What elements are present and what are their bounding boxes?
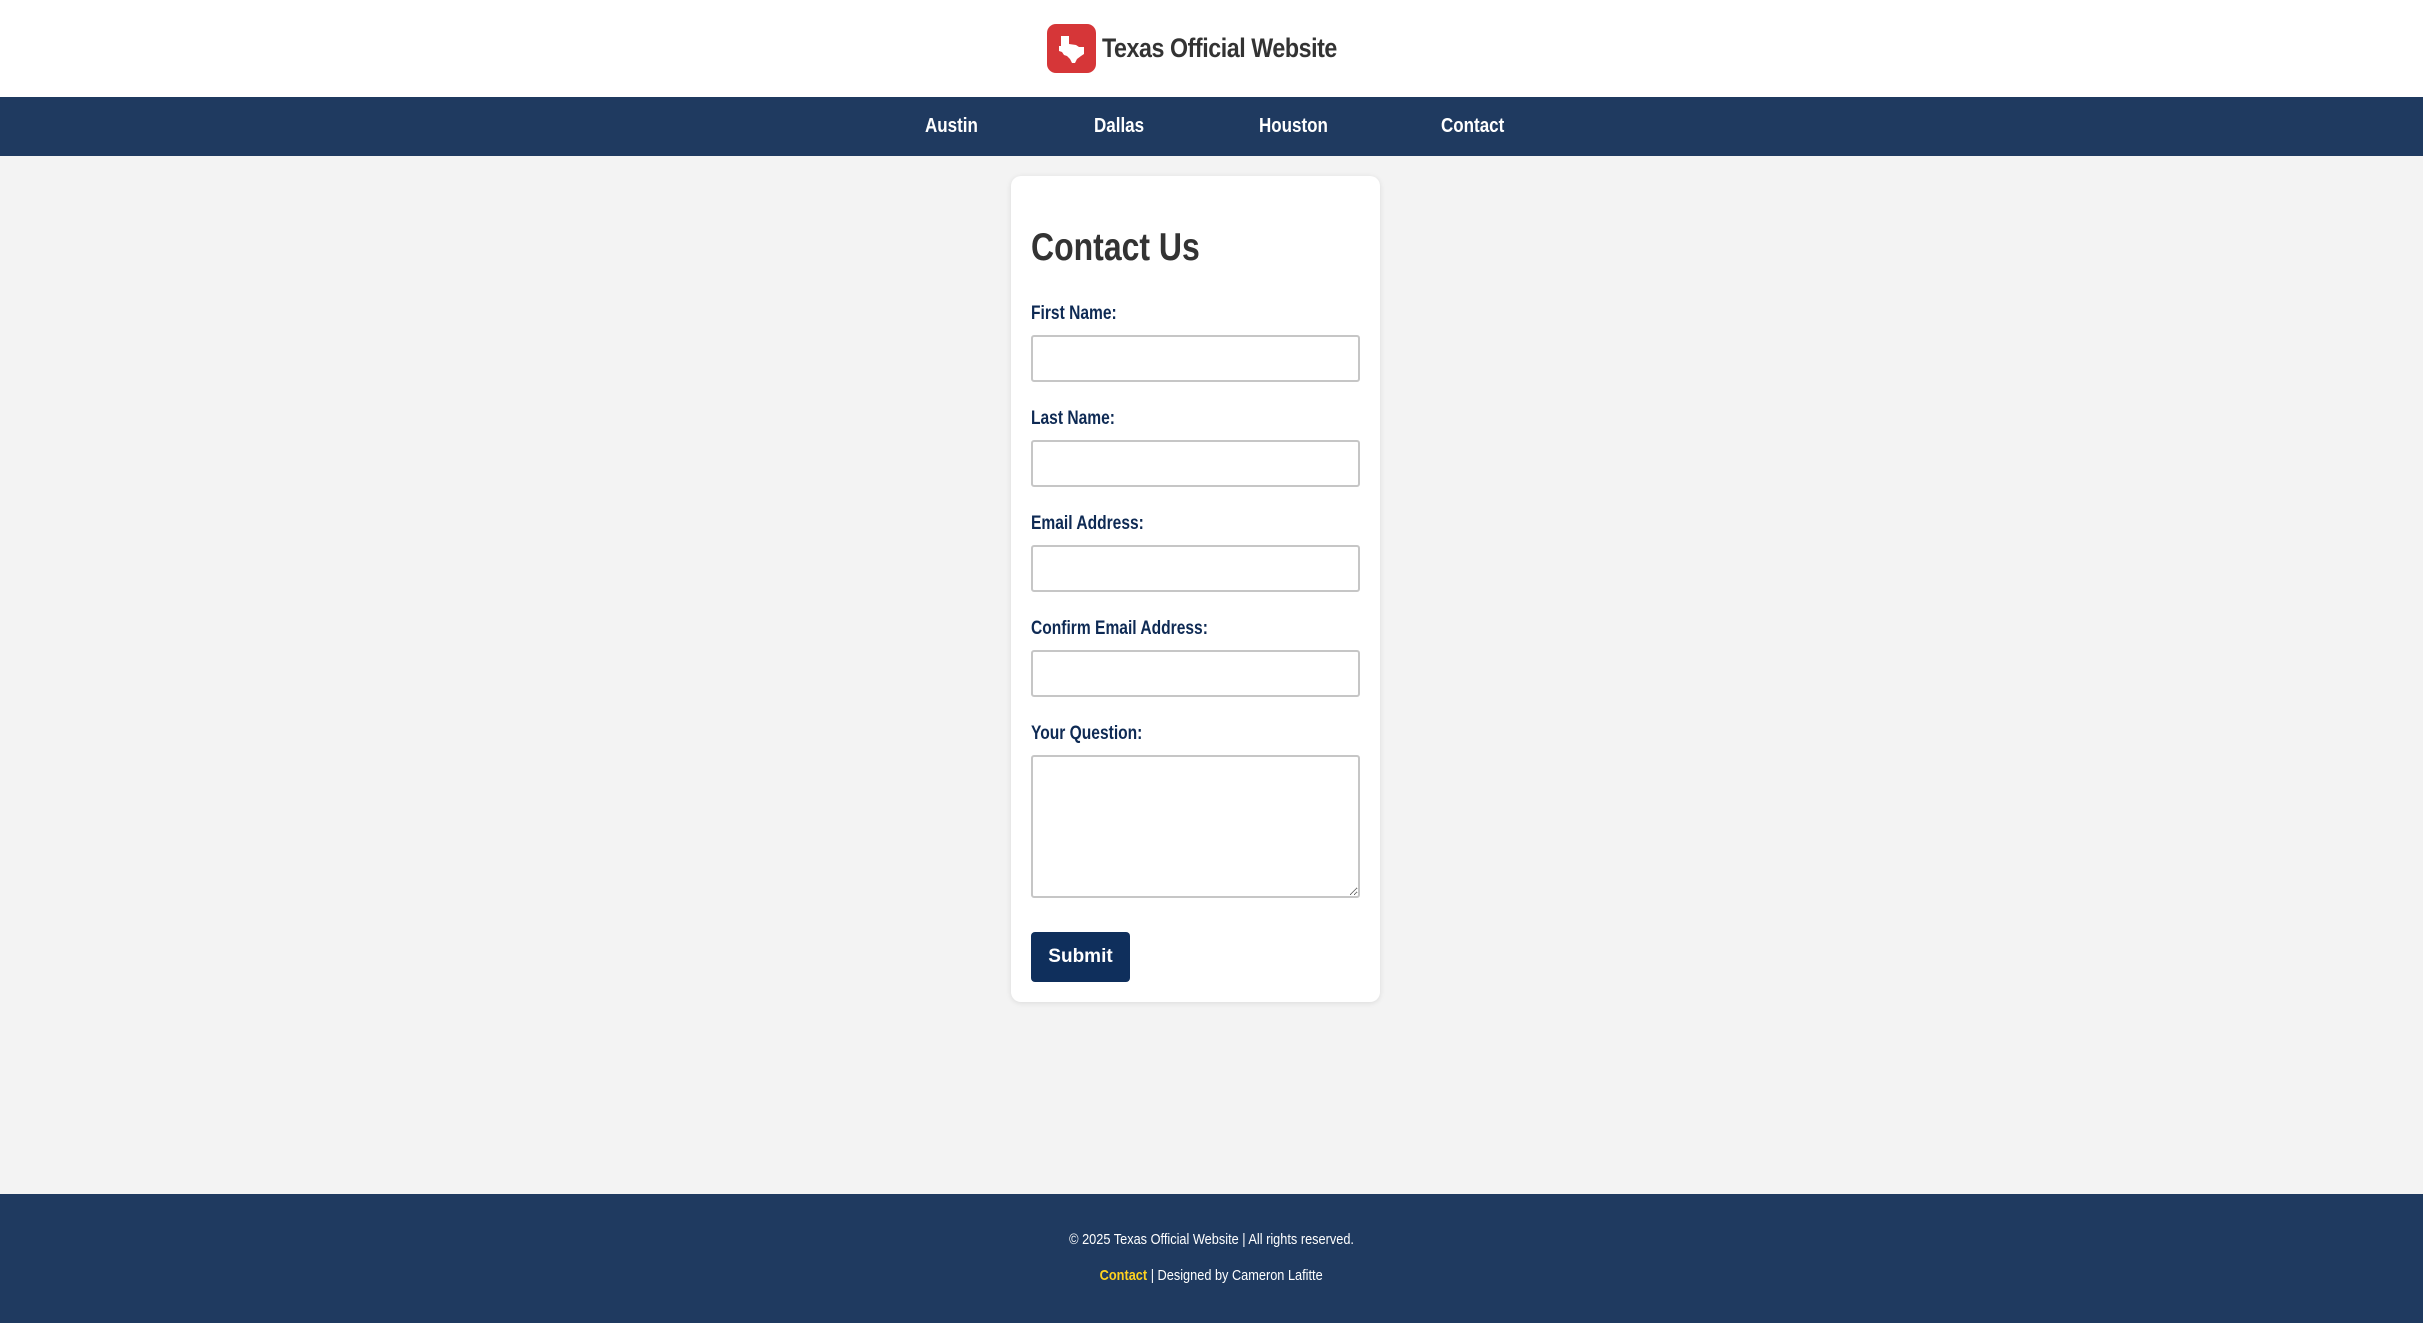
copyright-text: © 2025 Texas Official Website | All righ… (1069, 1231, 1354, 1248)
confirm-email-field[interactable] (1031, 650, 1360, 697)
footer-contact-link[interactable]: Contact (1100, 1267, 1147, 1284)
nav-item-austin[interactable]: Austin (925, 97, 978, 156)
last-name-label: Last Name: (1031, 408, 1115, 429)
contact-form-card: Contact Us First Name: Last Name: Email … (1011, 176, 1380, 1002)
nav-item-houston[interactable]: Houston (1259, 97, 1328, 156)
footer-credits-line: Contact | Designed by Cameron Lafitte (0, 1267, 2423, 1284)
first-name-field[interactable] (1031, 335, 1360, 382)
nav-item-contact[interactable]: Contact (1441, 97, 1504, 156)
site-title: Texas Official Website (1102, 33, 1338, 63)
email-field[interactable] (1031, 545, 1360, 592)
designed-by-text: | Designed by Cameron Lafitte (1151, 1267, 1323, 1284)
submit-button[interactable]: Submit (1031, 932, 1130, 982)
question-label: Your Question: (1031, 723, 1143, 744)
question-textarea[interactable] (1031, 755, 1360, 898)
footer-copyright-line: © 2025 Texas Official Website | All righ… (0, 1231, 2423, 1248)
nav-item-dallas[interactable]: Dallas (1094, 97, 1144, 156)
last-name-field[interactable] (1031, 440, 1360, 487)
texas-state-icon (1047, 24, 1097, 73)
first-name-label: First Name: (1031, 303, 1117, 324)
main-nav: Austin Dallas Houston Contact (0, 97, 2423, 156)
confirm-email-label: Confirm Email Address: (1031, 618, 1208, 639)
page-title: Contact Us (1031, 226, 1200, 269)
site-header: Texas Official Website (0, 0, 2423, 97)
site-footer: © 2025 Texas Official Website | All righ… (0, 1194, 2423, 1323)
brand[interactable]: Texas Official Website (1047, 24, 1375, 73)
email-label: Email Address: (1031, 513, 1144, 534)
